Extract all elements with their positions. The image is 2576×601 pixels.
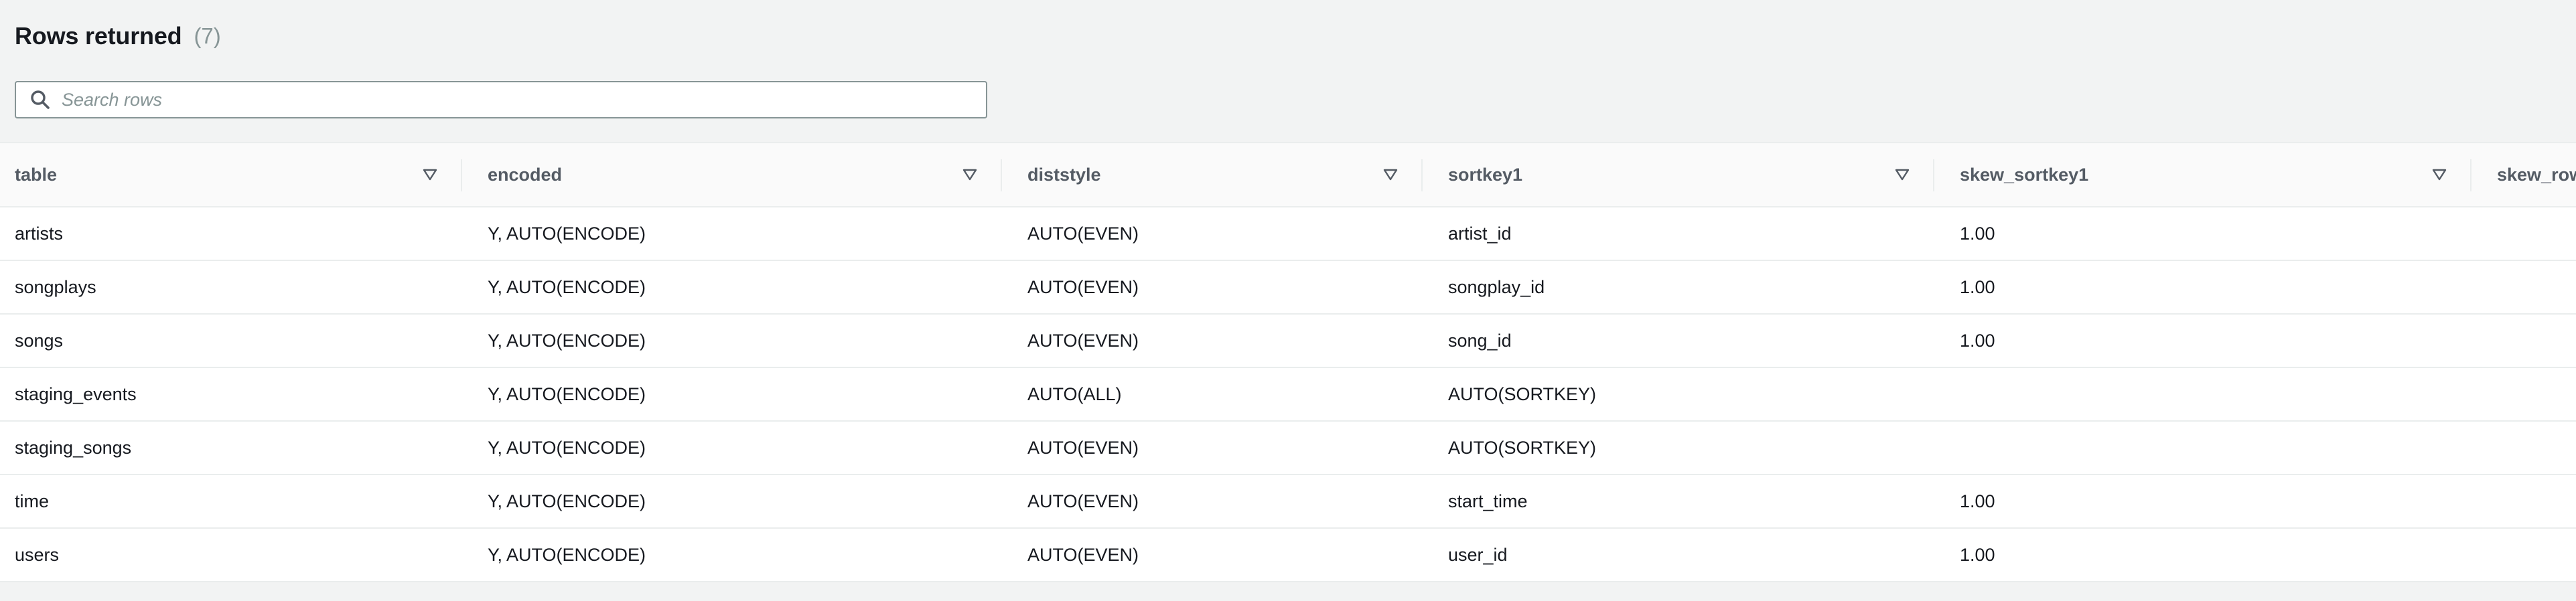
- table-cell: AUTO(EVEN): [1002, 421, 1423, 475]
- table-cell: Y, AUTO(ENCODE): [462, 367, 1002, 422]
- table-row: staging_songs Y, AUTO(ENCODE) AUTO(EVEN)…: [0, 421, 2576, 475]
- column-header-table[interactable]: table: [0, 142, 462, 207]
- table-header-row: table encoded diststyle sortkey1 skew_so…: [0, 142, 2576, 207]
- table-row: songs Y, AUTO(ENCODE) AUTO(EVEN) song_id…: [0, 314, 2576, 368]
- search-box[interactable]: [15, 81, 987, 118]
- sort-down-triangle-icon[interactable]: [1382, 167, 1399, 183]
- table-cell: [2472, 260, 2576, 315]
- table-cell: time: [0, 475, 462, 529]
- column-header-label: sortkey1: [1448, 164, 1523, 185]
- table-cell: 1.00: [1934, 528, 2472, 582]
- table-cell: 1.00: [1934, 475, 2472, 529]
- table-cell: Y, AUTO(ENCODE): [462, 475, 1002, 529]
- column-header-diststyle[interactable]: diststyle: [1002, 142, 1423, 207]
- search-input[interactable]: [62, 82, 986, 117]
- results-table-container[interactable]: table encoded diststyle sortkey1 skew_so…: [0, 142, 2576, 601]
- search-icon: [27, 86, 54, 113]
- results-header: Rows returned (7): [15, 20, 221, 52]
- table-cell: AUTO(EVEN): [1002, 207, 1423, 261]
- table-cell: staging_events: [0, 367, 462, 422]
- table-row: artists Y, AUTO(ENCODE) AUTO(EVEN) artis…: [0, 207, 2576, 261]
- sort-down-triangle-icon[interactable]: [962, 167, 978, 183]
- table-cell: Y, AUTO(ENCODE): [462, 260, 1002, 315]
- table-cell: AUTO(EVEN): [1002, 528, 1423, 582]
- table-cell: Y, AUTO(ENCODE): [462, 207, 1002, 261]
- table-row: users Y, AUTO(ENCODE) AUTO(EVEN) user_id…: [0, 528, 2576, 582]
- sort-down-triangle-icon[interactable]: [1894, 167, 1910, 183]
- query-results-panel: Rows returned (7) Search rows table enco…: [0, 0, 2576, 601]
- column-header-label: encoded: [488, 164, 563, 185]
- results-count: (7): [194, 23, 221, 48]
- table-row: songplays Y, AUTO(ENCODE) AUTO(EVEN) son…: [0, 260, 2576, 315]
- column-header-skew-rows[interactable]: skew_rows: [2472, 142, 2576, 207]
- table-cell: Y, AUTO(ENCODE): [462, 421, 1002, 475]
- table-cell: AUTO(EVEN): [1002, 260, 1423, 315]
- sort-down-triangle-icon[interactable]: [2431, 167, 2447, 183]
- table-cell: 1.00: [1934, 260, 2472, 315]
- table-cell: [2472, 314, 2576, 368]
- column-header-skew-sortkey1[interactable]: skew_sortkey1: [1934, 142, 2472, 207]
- table-cell: 1.00: [1934, 314, 2472, 368]
- table-cell: [2472, 421, 2576, 475]
- table-cell: start_time: [1423, 475, 1934, 529]
- table-cell: users: [0, 528, 462, 582]
- column-header-label: diststyle: [1027, 164, 1101, 185]
- table-cell: [2472, 528, 2576, 582]
- table-cell: [1934, 367, 2472, 422]
- table-cell: artist_id: [1423, 207, 1934, 261]
- column-header-sortkey1[interactable]: sortkey1: [1423, 142, 1934, 207]
- table-cell: user_id: [1423, 528, 1934, 582]
- table-cell: artists: [0, 207, 462, 261]
- results-table: table encoded diststyle sortkey1 skew_so…: [0, 142, 2576, 582]
- table-cell: [2472, 207, 2576, 261]
- table-cell: Y, AUTO(ENCODE): [462, 528, 1002, 582]
- table-cell: song_id: [1423, 314, 1934, 368]
- column-header-label: skew_sortkey1: [1960, 164, 2089, 185]
- table-cell: AUTO(SORTKEY): [1423, 367, 1934, 422]
- column-header-encoded[interactable]: encoded: [462, 142, 1002, 207]
- table-cell: [1934, 421, 2472, 475]
- table-cell: [2472, 367, 2576, 422]
- table-cell: AUTO(EVEN): [1002, 475, 1423, 529]
- column-header-label: table: [15, 164, 58, 185]
- table-cell: Y, AUTO(ENCODE): [462, 314, 1002, 368]
- results-title: Rows returned: [15, 22, 182, 50]
- table-cell: AUTO(ALL): [1002, 367, 1423, 422]
- table-cell: songplays: [0, 260, 462, 315]
- table-cell: songplay_id: [1423, 260, 1934, 315]
- table-cell: staging_songs: [0, 421, 462, 475]
- column-header-label: skew_rows: [2497, 164, 2576, 185]
- table-cell: songs: [0, 314, 462, 368]
- sort-down-triangle-icon[interactable]: [422, 167, 438, 183]
- table-cell: [2472, 475, 2576, 529]
- table-cell: AUTO(EVEN): [1002, 314, 1423, 368]
- table-cell: 1.00: [1934, 207, 2472, 261]
- table-row: staging_events Y, AUTO(ENCODE) AUTO(ALL)…: [0, 367, 2576, 422]
- table-row: time Y, AUTO(ENCODE) AUTO(EVEN) start_ti…: [0, 475, 2576, 529]
- table-cell: AUTO(SORTKEY): [1423, 421, 1934, 475]
